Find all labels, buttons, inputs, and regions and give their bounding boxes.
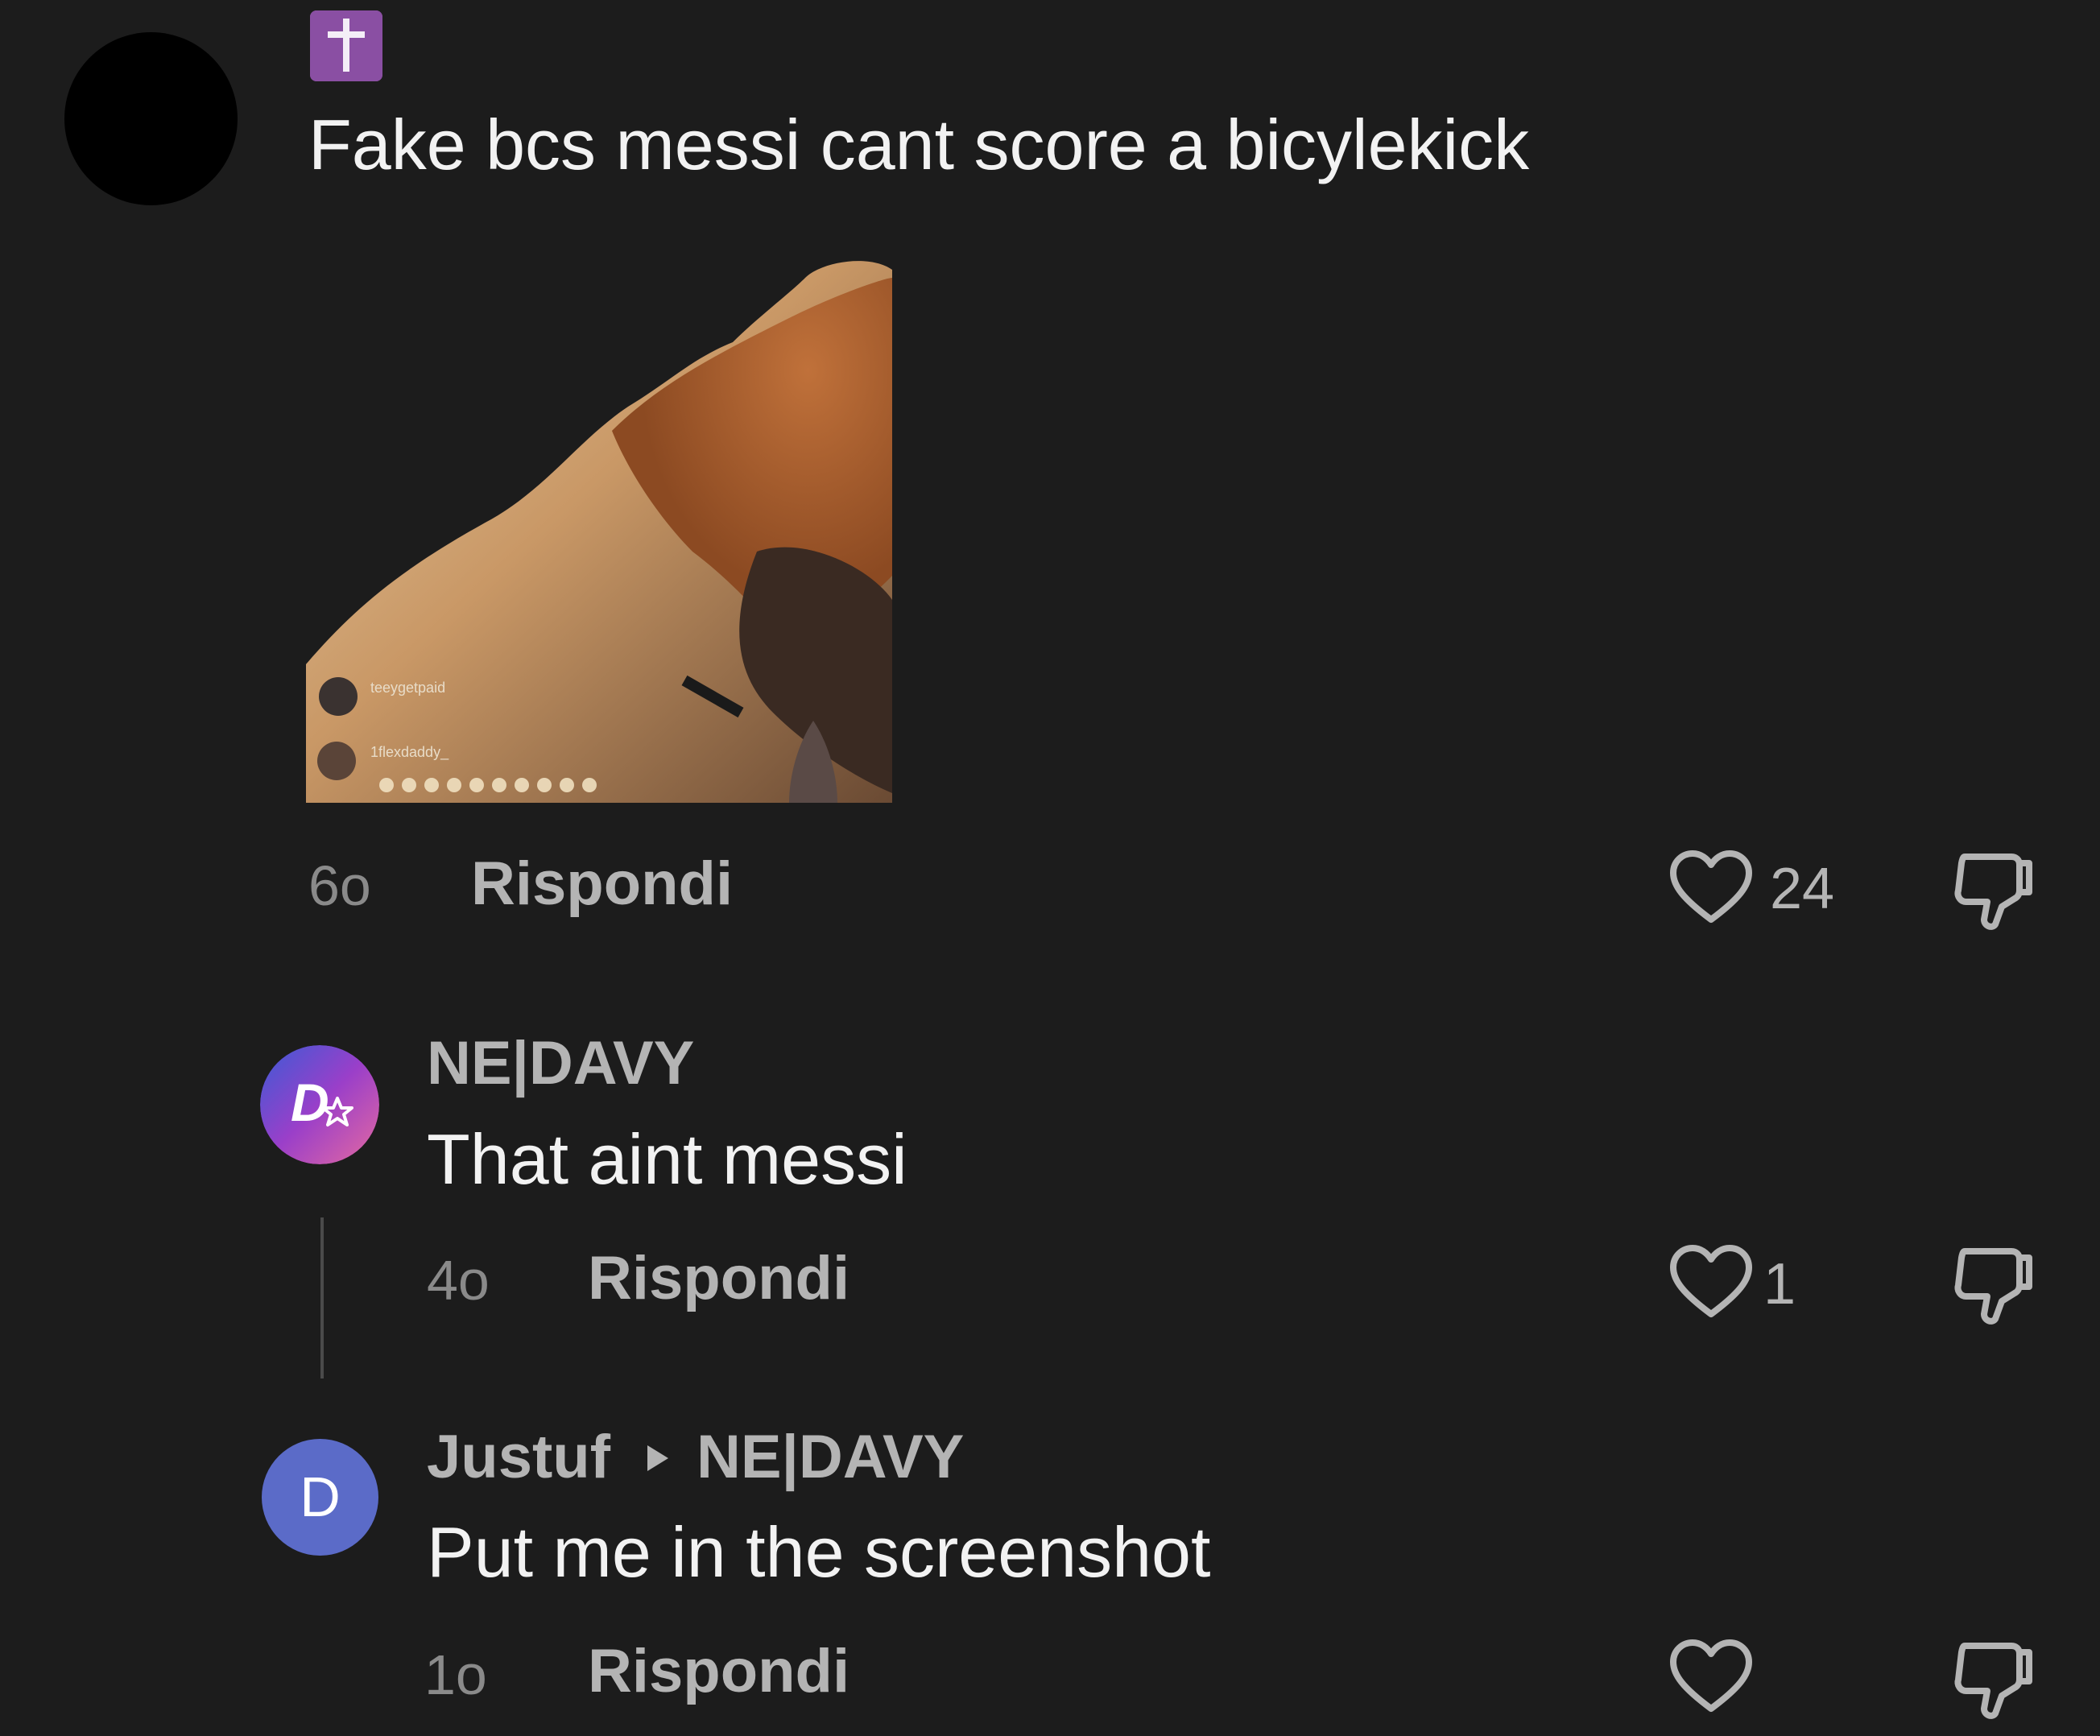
avatar[interactable]: D — [260, 1045, 379, 1164]
comment-text: Fake bcs messi cant score a bicylekick — [308, 105, 1530, 184]
dislike-icon[interactable] — [1949, 845, 2037, 934]
avatar[interactable]: D — [262, 1439, 378, 1556]
gif-overlay-text-2: 1flexdaddy_ — [370, 744, 449, 761]
comment-time: 4o — [427, 1249, 490, 1312]
heart-icon[interactable] — [1667, 1240, 1755, 1329]
comment-time: 6o — [308, 854, 371, 917]
dislike-icon[interactable] — [1949, 1635, 2037, 1723]
reply-button[interactable]: Rispondi — [588, 1246, 850, 1311]
username[interactable]: Justuf — [427, 1423, 610, 1492]
reply-button[interactable]: Rispondi — [471, 852, 733, 916]
avatar[interactable] — [64, 32, 238, 205]
reply-arrow-icon — [644, 1442, 672, 1474]
thread-line — [320, 1217, 324, 1378]
reply-button[interactable]: Rispondi — [588, 1639, 850, 1704]
dislike-icon[interactable] — [1949, 1240, 2037, 1329]
comment-text: Put me in the screenshot — [427, 1512, 1211, 1592]
gif-image[interactable]: teeygetpaid 1flexdaddy_ — [306, 229, 894, 803]
heart-icon[interactable] — [1667, 845, 1755, 934]
like-count: 1 — [1763, 1252, 1796, 1316]
comment-time: 1o — [424, 1643, 487, 1706]
heart-icon[interactable] — [1667, 1635, 1755, 1723]
comment-text: That aint messi — [427, 1119, 907, 1199]
reply-to-username[interactable]: NE|DAVY — [697, 1423, 964, 1492]
username[interactable]: NE|DAVY — [427, 1029, 694, 1098]
svg-text:D: D — [291, 1073, 329, 1132]
like-count: 24 — [1770, 857, 1835, 921]
gif-overlay-text-1: teeygetpaid — [370, 680, 445, 696]
latin-cross-icon — [310, 10, 382, 81]
